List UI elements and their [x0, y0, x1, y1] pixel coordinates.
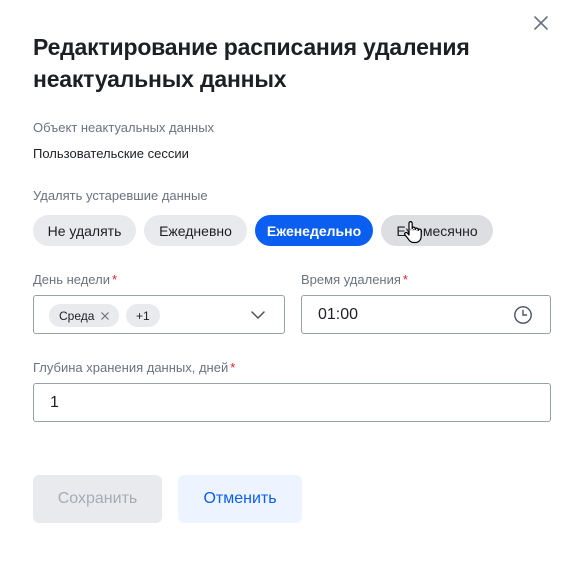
retention-days-input[interactable]: 1: [33, 383, 551, 422]
delete-mode-label: Удалять устаревшие данные: [33, 188, 208, 203]
weekday-label: День недели *: [33, 272, 117, 288]
close-icon[interactable]: [533, 15, 549, 31]
tag-remove-button[interactable]: [100, 311, 110, 321]
cancel-button[interactable]: Отменить: [178, 475, 302, 523]
weekday-required-mark: *: [111, 272, 118, 287]
retention-required-mark: *: [230, 360, 236, 375]
delete-mode-option-none[interactable]: Не удалять: [33, 215, 136, 246]
save-button[interactable]: Сохранить: [33, 475, 162, 523]
delete-time-label: Время удаления *: [301, 272, 408, 288]
delete-mode-option-daily[interactable]: Ежедневно: [144, 215, 247, 246]
retention-label: Глубина хранения данных, дней *: [33, 360, 235, 376]
object-value: Пользовательские сессии: [33, 146, 189, 161]
retention-days-value: 1: [50, 394, 59, 411]
delete-mode-option-monthly[interactable]: Ежемесячно: [381, 215, 493, 246]
weekday-tag-label: Среда: [59, 308, 95, 323]
object-label: Объект неактуальных данных: [33, 120, 215, 135]
schedule-dialog: Редактирование расписания удаления неакт…: [0, 0, 575, 561]
tag-close-icon[interactable]: [100, 311, 110, 321]
weekday-more-tag: +1: [126, 304, 160, 327]
weekday-tag: Среда: [49, 304, 120, 327]
delete-mode-segmented-control: Не удалять Ежедневно Еженедельно Ежемеся…: [33, 215, 493, 246]
clock-icon[interactable]: [513, 305, 533, 325]
dialog-title: Редактирование расписания удаления неакт…: [33, 34, 470, 92]
delete-time-required-mark: *: [402, 272, 408, 287]
delete-mode-option-weekly[interactable]: Еженедельно: [255, 215, 373, 246]
close-button[interactable]: [531, 13, 551, 33]
weekday-select[interactable]: Среда +1: [33, 295, 285, 334]
chevron-down-icon[interactable]: [250, 308, 266, 322]
delete-time-field[interactable]: 01:00: [301, 295, 551, 334]
delete-time-label-text: Время удаления: [301, 272, 401, 287]
weekday-label-text: День недели: [33, 272, 110, 287]
retention-label-text: Глубина хранения данных, дней: [33, 360, 229, 375]
delete-time-value: 01:00: [318, 306, 359, 323]
